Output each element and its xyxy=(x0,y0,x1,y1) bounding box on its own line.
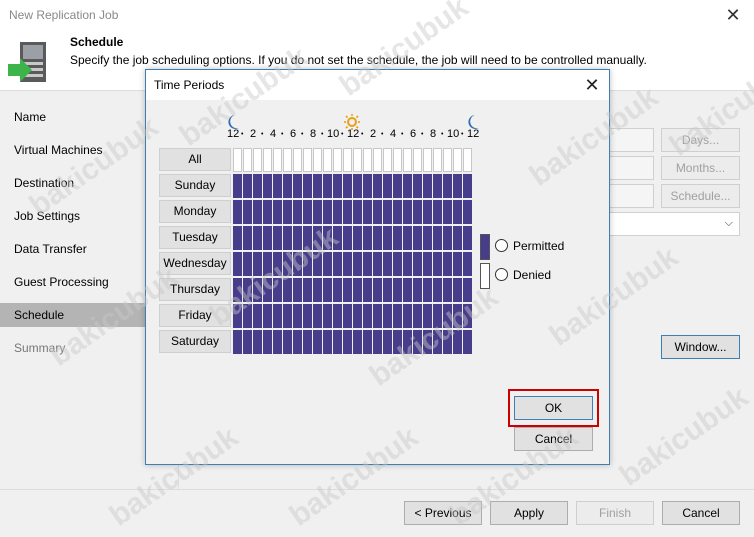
watermark-text: bakicubuk xyxy=(543,240,685,353)
watermark-text: bakicubuk xyxy=(203,220,345,333)
watermark-text: bakicubuk xyxy=(363,280,505,393)
watermark-text: bakicubuk xyxy=(103,420,245,533)
watermark-text: bakicubuk xyxy=(523,80,665,193)
watermark-text: bakicubuk xyxy=(613,380,754,493)
watermark-text: bakicubuk xyxy=(283,420,425,533)
watermark-text: bakicubuk xyxy=(23,110,165,223)
watermark-overlay: bakicubuk bakicubuk bakicubuk bakicubuk baki… xyxy=(0,0,754,537)
watermark-text: bakicubuk xyxy=(333,0,475,103)
watermark-text: bakicubuk xyxy=(173,40,315,153)
watermark-text: bakicubuk xyxy=(43,260,185,373)
watermark-text: bakicubuk xyxy=(443,420,585,533)
watermark-text: bakicubuk xyxy=(663,50,754,163)
